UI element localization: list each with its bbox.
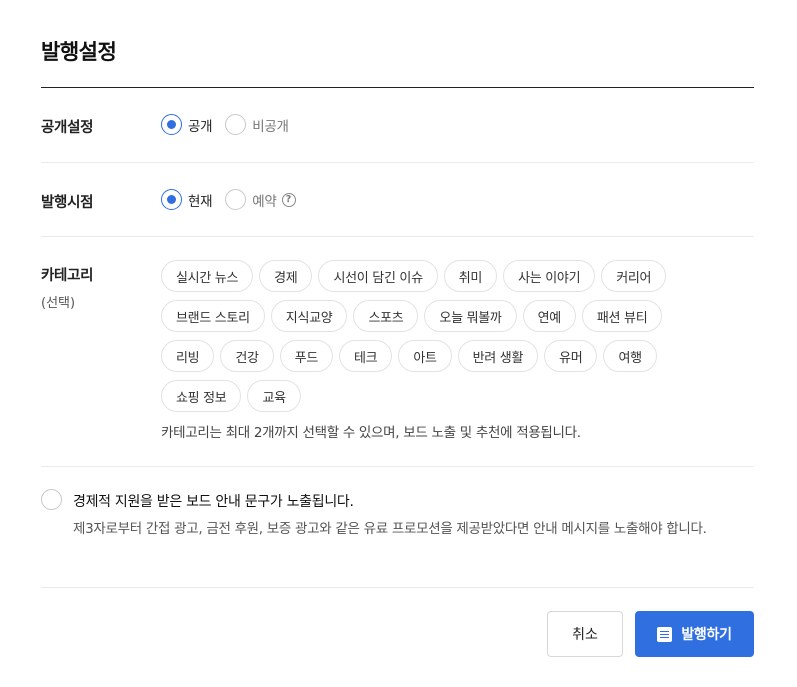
category-chip[interactable]: 반려 생활 [457,340,539,372]
publish-time-radio-group: 현재 예약 ? [161,189,309,210]
category-chip[interactable]: 연예 [522,300,576,332]
radio-public-label: 공개 [188,118,213,135]
cancel-button[interactable]: 취소 [547,611,623,657]
category-chip[interactable]: 쇼핑 정보 [161,380,242,412]
chip-row: 실시간 뉴스 경제 시선이 담긴 이슈 취미 사는 이야기 커리어 [161,260,721,292]
radio-schedule-label: 예약 [252,193,277,210]
sponsorship-description: 제3자로부터 간접 광고, 금전 후원, 보증 광고와 같은 유료 프로모션을 … [73,521,707,537]
sponsorship-radio[interactable] [41,489,62,510]
category-chip[interactable]: 패션 뷰티 [581,300,663,332]
radio-schedule-indicator[interactable] [225,189,247,210]
section-divider [41,587,754,588]
radio-public-indicator[interactable] [161,114,182,135]
category-hint: 카테고리는 최대 2개까지 선택할 수 있으며, 보드 노출 및 추천에 적용됩… [161,425,581,441]
radio-now-indicator[interactable] [161,189,182,210]
category-chip[interactable]: 실시간 뉴스 [161,260,254,292]
category-chip[interactable]: 아트 [398,340,452,372]
chip-row: 브랜드 스토리 지식교양 스포츠 오늘 뭐볼까 연예 패션 뷰티 [161,300,721,332]
category-label: 카테고리 [41,268,94,284]
radio-schedule[interactable]: 예약 ? [225,189,296,210]
category-chip[interactable]: 푸드 [279,340,333,372]
radio-private[interactable]: 비공개 [225,114,289,135]
category-chip[interactable]: 건강 [220,340,274,372]
category-chip[interactable]: 커리어 [601,260,667,292]
category-chip[interactable]: 브랜드 스토리 [161,300,265,332]
category-chip[interactable]: 오늘 뭐볼까 [424,300,517,332]
section-divider [41,466,754,467]
document-icon [657,626,673,642]
chip-row: 쇼핑 정보 교육 [161,380,721,412]
category-chip-list: 실시간 뉴스 경제 시선이 담긴 이슈 취미 사는 이야기 커리어 브랜드 스토… [161,260,721,420]
chip-row: 리빙 건강 푸드 테크 아트 반려 생활 유머 여행 [161,340,721,372]
help-icon[interactable]: ? [281,192,296,207]
category-chip[interactable]: 테크 [338,340,393,372]
category-chip[interactable]: 시선이 담긴 이슈 [318,260,438,292]
radio-now[interactable]: 현재 [161,189,213,210]
category-chip[interactable]: 유머 [544,340,598,372]
sponsorship-title: 경제적 지원을 받은 보드 안내 문구가 노출됩니다. [73,494,354,510]
publish-button[interactable]: 발행하기 [635,611,754,657]
radio-private-label: 비공개 [252,118,289,135]
category-chip[interactable]: 경제 [259,260,313,292]
publish-time-label: 발행시점 [41,195,94,211]
radio-public[interactable]: 공개 [161,114,213,135]
visibility-label: 공개설정 [41,120,94,136]
category-optional-label: (선택) [41,296,76,311]
page-title: 발행설정 [41,40,117,64]
title-divider [41,87,754,88]
category-chip[interactable]: 지식교양 [270,300,348,332]
category-chip[interactable]: 리빙 [161,340,215,372]
radio-now-label: 현재 [188,193,213,210]
publish-button-label: 발행하기 [681,627,732,643]
category-chip[interactable]: 사는 이야기 [503,260,596,292]
category-chip[interactable]: 여행 [603,340,657,372]
section-divider [41,236,754,237]
radio-private-indicator[interactable] [225,114,247,135]
category-chip[interactable]: 취미 [443,260,498,292]
category-chip[interactable]: 스포츠 [353,300,419,332]
category-chip[interactable]: 교육 [247,380,301,412]
visibility-radio-group: 공개 비공개 [161,114,302,135]
section-divider [41,162,754,163]
